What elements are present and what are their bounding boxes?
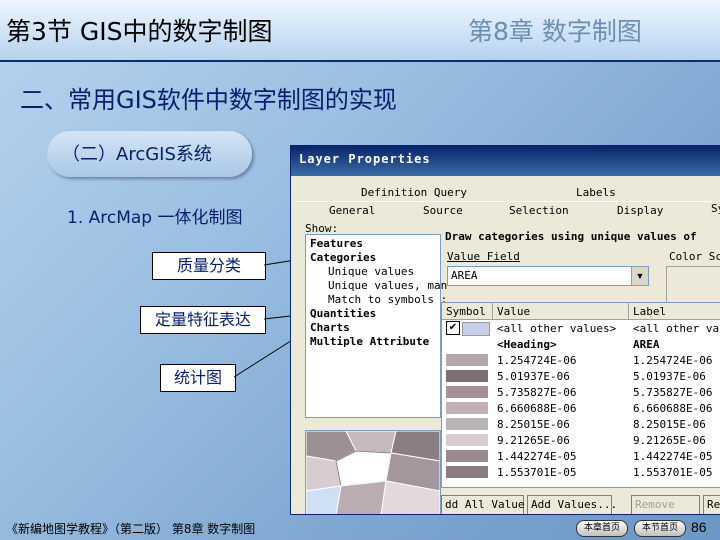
footer-book-title: 《新编地图学教程》（第二版） 第8章 数字制图 xyxy=(6,522,256,536)
checkbox-icon[interactable]: ✔ xyxy=(446,321,460,335)
label-cell: 5.735827E-06 xyxy=(633,386,713,399)
value-cell: 9.21265E-06 xyxy=(497,434,570,447)
tab-symbology[interactable]: Sy xyxy=(711,202,720,215)
page-number: 86 xyxy=(691,519,707,535)
show-tree: Features Categories Unique values Unique… xyxy=(305,234,447,418)
color-scheme-label: Color Sch xyxy=(669,250,720,263)
chapter-home-button[interactable]: 本章首页 xyxy=(576,520,628,537)
value-cell: 5.01937E-06 xyxy=(497,370,570,383)
symbol-swatch[interactable] xyxy=(462,322,490,336)
symbol-swatch[interactable] xyxy=(446,386,488,398)
tab-selection[interactable]: Selection xyxy=(509,204,569,217)
table-row[interactable]: 1.254724E-06 1.254724E-06 xyxy=(442,352,720,368)
col-header-symbol[interactable]: Symbol xyxy=(442,303,493,320)
label-cell: AREA xyxy=(633,338,660,351)
label-cell: 8.25015E-06 xyxy=(633,418,706,431)
table-row[interactable]: 1.553701E-05 1.553701E-05 xyxy=(442,464,720,480)
label-cell: 1.254724E-06 xyxy=(633,354,713,367)
value-field-label: Value Field xyxy=(447,250,520,263)
tab-source[interactable]: Source xyxy=(423,204,463,217)
tree-unique-values-many[interactable]: Unique values, man xyxy=(328,279,447,292)
remove-button[interactable]: Remove xyxy=(631,495,700,514)
draw-categories-text: Draw categories using unique values of xyxy=(445,230,697,243)
tree-charts[interactable]: Charts xyxy=(310,321,350,334)
tree-quantities[interactable]: Quantities xyxy=(310,307,376,320)
symbol-swatch[interactable] xyxy=(446,434,488,446)
symbol-swatch[interactable] xyxy=(446,354,488,366)
symbol-swatch[interactable] xyxy=(446,418,488,430)
col-header-label[interactable]: Label xyxy=(629,303,720,320)
table-row[interactable]: 6.660688E-06 6.660688E-06 xyxy=(442,400,720,416)
symbol-table: Symbol Value Label ✔ <all other values> <a… xyxy=(441,302,720,488)
add-values-button[interactable]: Add Values... xyxy=(527,495,617,514)
tree-unique-values[interactable]: Unique values xyxy=(328,265,415,278)
label-cell: 1.553701E-05 xyxy=(633,466,713,479)
tree-match-to-symbols[interactable]: Match to symbols : xyxy=(328,293,447,306)
value-cell: <all other values> xyxy=(497,322,617,335)
value-cell: 1.442274E-05 xyxy=(497,450,577,463)
value-cell: 1.254724E-06 xyxy=(497,354,577,367)
table-row[interactable]: 1.442274E-05 1.442274E-05 xyxy=(442,448,720,464)
value-cell: <Heading> xyxy=(497,338,557,351)
col-header-value[interactable]: Value xyxy=(493,303,629,320)
label-cell: <all other valu xyxy=(633,322,720,335)
tree-features[interactable]: Features xyxy=(310,237,363,250)
label-cell: 9.21265E-06 xyxy=(633,434,706,447)
chevron-down-icon[interactable]: ▼ xyxy=(631,267,648,285)
tab-display[interactable]: Display xyxy=(617,204,663,217)
table-row[interactable]: <Heading> AREA xyxy=(442,336,720,352)
label-cell: 5.01937E-06 xyxy=(633,370,706,383)
remove-all-button[interactable]: Re xyxy=(703,495,720,514)
layer-properties-dialog: Layer Properties Definition Query Labels… xyxy=(290,145,720,515)
table-row[interactable]: 5.01937E-06 5.01937E-06 xyxy=(442,368,720,384)
table-row[interactable]: 9.21265E-06 9.21265E-06 xyxy=(442,432,720,448)
symbol-swatch[interactable] xyxy=(446,402,488,414)
value-field-value: AREA xyxy=(451,269,478,282)
tab-definition-query[interactable]: Definition Query xyxy=(361,186,467,199)
symbol-swatch[interactable]: ✔ xyxy=(446,321,490,336)
table-row[interactable]: ✔ <all other values> <all other valu xyxy=(442,320,720,336)
section-home-button[interactable]: 本节首页 xyxy=(634,520,686,537)
dialog-title: Layer Properties xyxy=(299,152,431,166)
value-field-select[interactable]: AREA ▼ xyxy=(447,266,649,286)
map-thumbnail-image xyxy=(306,431,440,514)
value-cell: 5.735827E-06 xyxy=(497,386,577,399)
tree-multiple-attributes[interactable]: Multiple Attribute xyxy=(310,335,429,348)
table-row[interactable]: 8.25015E-06 8.25015E-06 xyxy=(442,416,720,432)
tree-categories[interactable]: Categories xyxy=(310,251,376,264)
label-cell: 1.442274E-05 xyxy=(633,450,713,463)
symbol-swatch[interactable] xyxy=(446,450,488,462)
value-cell: 8.25015E-06 xyxy=(497,418,570,431)
symbol-swatch[interactable] xyxy=(446,466,488,478)
map-thumbnail xyxy=(305,430,441,514)
table-row[interactable]: 5.735827E-06 5.735827E-06 xyxy=(442,384,720,400)
label-cell: 6.660688E-06 xyxy=(633,402,713,415)
tab-labels[interactable]: Labels xyxy=(576,186,616,199)
symbol-swatch[interactable] xyxy=(446,370,488,382)
value-cell: 1.553701E-05 xyxy=(497,466,577,479)
add-all-values-button[interactable]: dd All Value xyxy=(441,495,524,514)
tab-general[interactable]: General xyxy=(329,204,375,217)
value-cell: 6.660688E-06 xyxy=(497,402,577,415)
dialog-titlebar: Layer Properties xyxy=(291,146,720,176)
